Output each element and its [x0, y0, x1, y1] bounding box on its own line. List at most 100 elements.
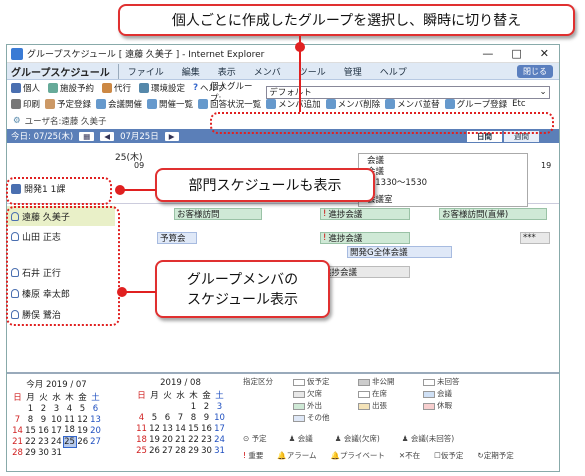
- calendar-day[interactable]: 2: [200, 401, 213, 412]
- settings-button[interactable]: 環境設定: [139, 82, 185, 94]
- calendar-day[interactable]: 9: [37, 414, 50, 425]
- calendar-day[interactable]: 14: [174, 423, 187, 434]
- calendar-day[interactable]: 23: [37, 436, 50, 447]
- event-private[interactable]: ***: [520, 232, 550, 244]
- close-app-button[interactable]: 閉じる: [517, 64, 553, 78]
- calendar-day[interactable]: 20: [89, 425, 102, 436]
- calendar-day[interactable]: 29: [24, 447, 37, 458]
- calendar-day[interactable]: 6: [161, 412, 174, 423]
- calendar-day[interactable]: 16: [200, 423, 213, 434]
- calendar-day[interactable]: 28: [174, 445, 187, 456]
- calendar-day[interactable]: 11: [63, 414, 76, 425]
- meeting-list-button[interactable]: 開催一覧: [147, 98, 193, 110]
- calendar-day[interactable]: 28: [11, 447, 24, 458]
- calendar-day[interactable]: 22: [187, 434, 200, 445]
- add-schedule-button[interactable]: 予定登録: [45, 98, 91, 110]
- calendar-day[interactable]: 4: [135, 412, 148, 423]
- calendar-day[interactable]: 23: [200, 434, 213, 445]
- print-button[interactable]: 印刷: [11, 98, 40, 110]
- calendar-day[interactable]: 29: [187, 445, 200, 456]
- calendar-day[interactable]: 25: [62, 435, 77, 448]
- calendar-day[interactable]: 4: [63, 403, 76, 414]
- facility-button[interactable]: 施設予約: [48, 82, 94, 94]
- calendar-day[interactable]: 17: [213, 423, 226, 434]
- calendar-day[interactable]: 1: [187, 401, 200, 412]
- menu-admin[interactable]: 管理: [335, 65, 371, 78]
- etc-button[interactable]: Etc: [512, 99, 525, 109]
- calendar-day[interactable]: 25: [135, 445, 148, 456]
- calendar-day[interactable]: 31: [213, 445, 226, 456]
- menu-member[interactable]: メンバ: [245, 65, 290, 78]
- event-budget[interactable]: 予算会: [157, 232, 197, 244]
- personal-button[interactable]: 個人: [11, 82, 40, 94]
- calendar-day[interactable]: 5: [148, 412, 161, 423]
- event-allhands[interactable]: 開発G全体会議: [347, 246, 452, 258]
- menu-help[interactable]: ヘルプ: [371, 65, 416, 78]
- event-meeting[interactable]: 進捗会議: [320, 266, 410, 278]
- maximize-button[interactable]: □: [511, 47, 521, 60]
- remove-member-button[interactable]: メンバ削除: [325, 98, 380, 110]
- register-group-button[interactable]: グループ登録: [444, 98, 507, 110]
- menu-edit[interactable]: 編集: [173, 65, 209, 78]
- event-meeting[interactable]: ! 進捗会議: [320, 232, 410, 244]
- calendar-day[interactable]: 7: [11, 414, 24, 425]
- calendar-day[interactable]: 5: [76, 403, 89, 414]
- calendar-day[interactable]: 12: [76, 414, 89, 425]
- calendar-day[interactable]: 6: [89, 403, 102, 414]
- weekday-label: 日: [13, 393, 22, 403]
- calendar-day[interactable]: 16: [37, 425, 50, 436]
- calendar-day[interactable]: 9: [200, 412, 213, 423]
- prev-button[interactable]: ◀: [100, 131, 115, 141]
- calendar-day[interactable]: 8: [24, 414, 37, 425]
- calendar-day[interactable]: 31: [50, 447, 63, 458]
- calendar-day[interactable]: 13: [89, 414, 102, 425]
- calendar-day[interactable]: 24: [213, 434, 226, 445]
- event-visit[interactable]: お客様訪問: [174, 208, 262, 220]
- add-member-button[interactable]: メンバ追加: [266, 98, 321, 110]
- sort-member-button[interactable]: メンバ並替: [385, 98, 440, 110]
- calendar-day[interactable]: 1: [24, 403, 37, 414]
- menu-view[interactable]: 表示: [209, 65, 245, 78]
- proxy-button[interactable]: 代行: [102, 82, 131, 94]
- calendar-day[interactable]: 30: [200, 445, 213, 456]
- calendar-day[interactable]: 27: [161, 445, 174, 456]
- calendar-day[interactable]: 10: [50, 414, 63, 425]
- calendar-day[interactable]: 7: [174, 412, 187, 423]
- minimize-button[interactable]: —: [482, 47, 493, 60]
- calendar-day[interactable]: 3: [213, 401, 226, 412]
- close-window-button[interactable]: ✕: [540, 47, 549, 60]
- calendar-day[interactable]: 21: [174, 434, 187, 445]
- calendar-day[interactable]: 15: [24, 425, 37, 436]
- group-select[interactable]: デフォルト ⌄: [266, 85, 550, 99]
- calendar-day[interactable]: 21: [11, 436, 24, 447]
- calendar-button[interactable]: ▦: [79, 131, 95, 141]
- event-meeting[interactable]: ! 進捗会議: [320, 208, 410, 220]
- calendar-day[interactable]: 14: [11, 425, 24, 436]
- menu-tools[interactable]: ツール: [290, 65, 335, 78]
- calendar-day[interactable]: 17: [50, 425, 63, 436]
- calendar-day[interactable]: 27: [89, 436, 102, 447]
- calendar-day[interactable]: 20: [161, 434, 174, 445]
- calendar-day[interactable]: 3: [50, 403, 63, 414]
- calendar-day[interactable]: 19: [148, 434, 161, 445]
- calendar-day[interactable]: 22: [24, 436, 37, 447]
- calendar-day[interactable]: 26: [76, 436, 89, 447]
- event-visit-direct[interactable]: お客様訪問(直帰): [439, 208, 547, 220]
- calendar-day[interactable]: 13: [161, 423, 174, 434]
- next-button[interactable]: ▶: [164, 131, 179, 141]
- calendar-day[interactable]: 8: [187, 412, 200, 423]
- remove-member-icon: [325, 99, 336, 109]
- calendar-day[interactable]: 24: [50, 436, 63, 447]
- calendar-day[interactable]: 12: [148, 423, 161, 434]
- calendar-day[interactable]: 18: [63, 425, 76, 436]
- calendar-day[interactable]: 18: [135, 434, 148, 445]
- calendar-day[interactable]: 11: [135, 423, 148, 434]
- calendar-day[interactable]: 15: [187, 423, 200, 434]
- calendar-day[interactable]: 2: [37, 403, 50, 414]
- calendar-day[interactable]: 10: [213, 412, 226, 423]
- calendar-day[interactable]: 30: [37, 447, 50, 458]
- calendar-day[interactable]: 26: [148, 445, 161, 456]
- calendar-day[interactable]: 19: [76, 425, 89, 436]
- menu-file[interactable]: ファイル: [119, 65, 173, 78]
- hold-meeting-button[interactable]: 会議開催: [96, 98, 142, 110]
